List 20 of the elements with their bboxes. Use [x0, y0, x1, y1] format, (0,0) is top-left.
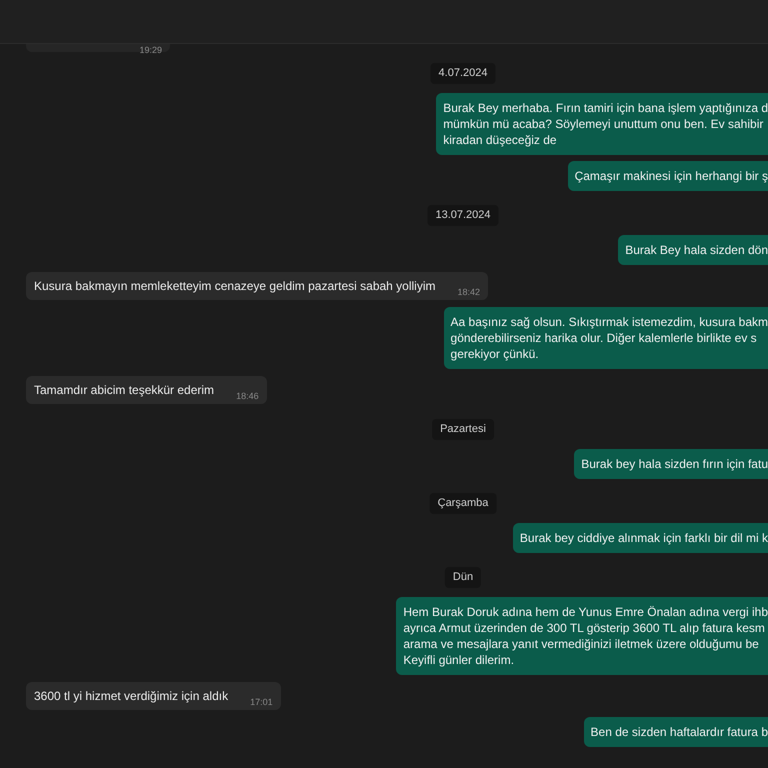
date-chip: 13.07.2024	[427, 205, 499, 226]
message-text: 3600 tl yi hizmet verdiğimiz için aldık	[34, 688, 228, 704]
message-time: 19:29	[139, 44, 162, 54]
outgoing-message: Ben de sizden haftalardır fatura b	[584, 717, 768, 747]
date-chip: Çarşamba	[430, 493, 496, 514]
outgoing-message: Aa başınız sağ olsun. Sıkıştırmak istemezdim, kusura bakm gönderebilirseniz harika olur. Diğer kalemlerle birlikte ev s gerekiyor çünkü.	[444, 307, 768, 369]
outgoing-message: Burak bey hala sizden fırın için fatu	[574, 449, 768, 479]
message-time: 17:01	[250, 697, 273, 707]
outgoing-message: Burak Bey merhaba. Fırın tamiri için bana işlem yaptığınıza d mümkün mü acaba? Söylemeyi unuttum onu ben. Ev sahibir kiradan düşeceğiz de	[436, 93, 768, 155]
date-chip: Pazartesi	[432, 419, 494, 440]
message-time: 18:46	[236, 391, 259, 401]
date-chip: Dün	[444, 567, 482, 588]
outgoing-message: Hem Burak Doruk adına hem de Yunus Emre Önalan adına vergi ihb ayrıca Armut üzerinden de 300 TL gösterip 3600 TL alıp fatura kesm arama ve mesajlara yanıt vermediğinizi iletmek üzere olduğumu be Keyifli günler dilerim.	[396, 597, 768, 675]
outgoing-message: Çamaşır makinesi için herhangi bir ş	[568, 161, 768, 191]
message-time: 18:42	[458, 287, 480, 297]
message-text: Tamamdır abicim teşekkür ederim	[34, 382, 214, 398]
outgoing-message: Burak bey ciddiye alınmak için farklı bir dil mi k	[512, 523, 768, 553]
message-text: Kusura bakmayın memleketteyim cenazeye geldim pazartesi sabah yolliyim	[34, 278, 436, 294]
outgoing-message: Burak Bey hala sizden dön	[618, 235, 768, 265]
date-chip: 4.07.2024	[430, 63, 496, 84]
